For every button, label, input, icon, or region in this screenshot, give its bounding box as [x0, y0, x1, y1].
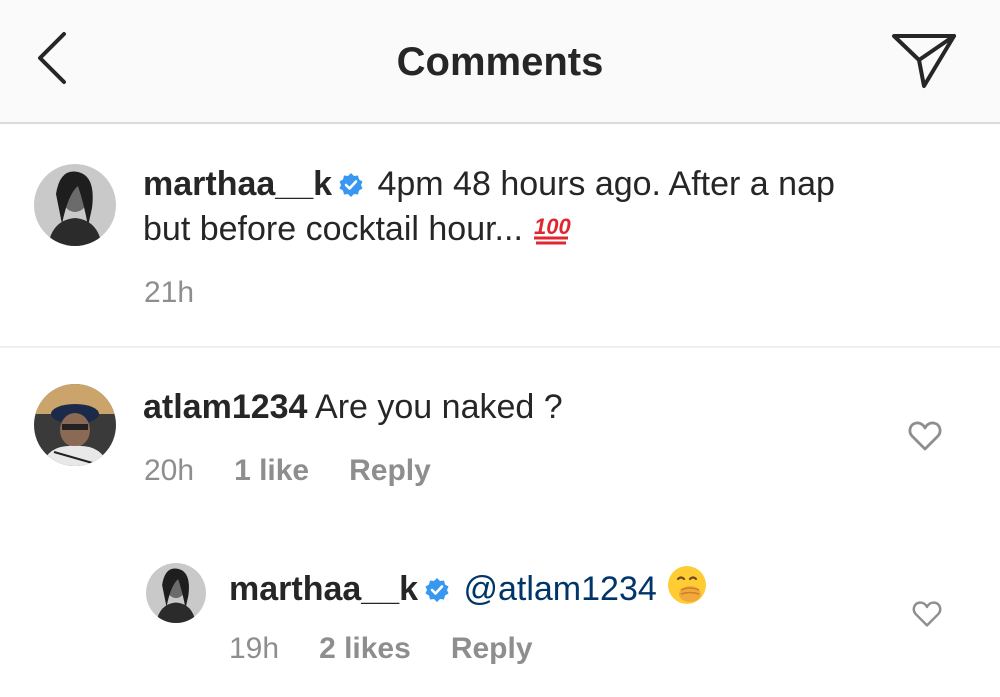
comment-meta: 20h 1 like Reply — [144, 454, 471, 488]
reply-text: marthaa__k @atlam1234 — [229, 564, 708, 616]
header-bar: Comments — [0, 0, 1000, 124]
share-button[interactable] — [888, 26, 960, 92]
avatar[interactable] — [34, 164, 116, 246]
reply-button[interactable]: Reply — [349, 454, 431, 487]
caption-timestamp: 21h — [144, 276, 195, 309]
reply-timestamp: 19h — [229, 632, 280, 665]
verified-badge-icon — [338, 166, 364, 208]
avatar[interactable] — [146, 563, 206, 623]
caption-username[interactable]: marthaa__k — [143, 165, 332, 203]
avatar[interactable] — [34, 384, 116, 466]
likes-count[interactable]: 2 likes — [319, 632, 411, 665]
comment-text: atlam1234 Are you naked ? — [143, 386, 563, 428]
mention-link[interactable]: @atlam1234 — [463, 570, 656, 608]
paper-plane-icon — [892, 34, 956, 88]
comment-timestamp: 20h — [144, 454, 195, 487]
reply-meta: 19h 2 likes Reply — [229, 632, 573, 666]
reply-username[interactable]: marthaa__k — [229, 570, 418, 608]
divider — [0, 346, 1000, 348]
caption-line1: 4pm 48 hours ago. After a nap — [377, 165, 835, 203]
caption-meta: 21h — [144, 276, 234, 310]
reply-button[interactable]: Reply — [451, 632, 533, 665]
like-button[interactable] — [908, 420, 942, 457]
hundred-points-icon: 100 — [532, 210, 572, 256]
page-title: Comments — [396, 40, 604, 84]
heart-icon — [912, 601, 942, 627]
heart-icon — [908, 421, 942, 451]
comment-body: Are you naked ? — [315, 388, 563, 426]
verified-badge-icon — [424, 571, 450, 613]
comment-username[interactable]: atlam1234 — [143, 388, 307, 426]
face-with-hand-over-mouth-icon — [666, 564, 708, 616]
caption-line2: but before cocktail hour... — [143, 210, 523, 248]
likes-count[interactable]: 1 like — [234, 454, 309, 487]
caption-text: marthaa__k 4pm 48 hours ago. After a nap… — [143, 163, 963, 256]
svg-text:100: 100 — [534, 214, 571, 239]
like-button[interactable] — [912, 600, 942, 633]
